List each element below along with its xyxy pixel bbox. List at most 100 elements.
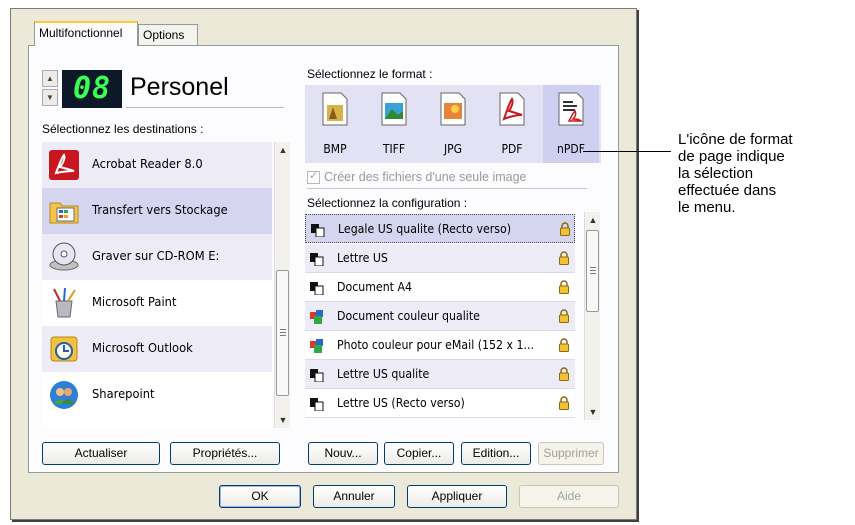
format-label-text: BMP [323, 142, 347, 156]
config-label: Legale US qualite (Recto verso) [338, 221, 512, 236]
destination-item-acrobat[interactable]: Acrobat Reader 8.0 [42, 142, 272, 188]
bw-doc-icon [310, 398, 324, 411]
callout-line-2: de page indique [678, 148, 785, 165]
lock-icon [559, 338, 569, 352]
format-label: Sélectionnez le format : [307, 67, 433, 81]
destination-label: Acrobat Reader 8.0 [92, 156, 203, 171]
apply-button[interactable]: Appliquer [407, 485, 507, 508]
scroll-thumb[interactable] [276, 270, 289, 396]
tiff-file-icon [381, 92, 407, 126]
color-doc-icon [310, 310, 323, 324]
destination-item-cd[interactable]: Graver sur CD-ROM E: [42, 234, 272, 280]
config-item[interactable]: Lettre US qualite [305, 360, 575, 389]
lock-icon [559, 251, 569, 265]
spin-up-button[interactable]: ▲ [42, 70, 58, 87]
destination-item-transfer[interactable]: Transfert vers Stockage [42, 188, 272, 234]
destination-scrollbar[interactable]: ▲ ▼ [274, 142, 290, 428]
config-label: Photo couleur pour eMail (152 x 1... [337, 337, 535, 352]
profile-number-display: 08 [62, 70, 122, 108]
config-label: Lettre US [337, 250, 388, 265]
format-option-bmp[interactable]: BMP [307, 85, 363, 163]
bw-doc-icon [310, 369, 324, 382]
new-button[interactable]: Nouv... [308, 442, 378, 465]
single-image-label: Créer des fichiers d'une seule image [324, 170, 527, 184]
format-option-pdf[interactable]: PDF [484, 85, 540, 163]
tab-multifonctionnel[interactable]: Multifonctionnel [34, 21, 138, 46]
format-label-text: PDF [501, 142, 523, 156]
destinations-label: Sélectionnez les destinations : [42, 122, 204, 136]
config-item[interactable]: Document A4 [305, 273, 575, 302]
config-item[interactable]: Lettre US [305, 244, 575, 273]
scroll-up-arrow[interactable]: ▲ [585, 212, 601, 228]
transfer-to-storage-icon [49, 202, 79, 224]
destination-label: Microsoft Paint [92, 294, 177, 309]
callout-line-1: L'icône de format [678, 131, 793, 148]
destination-item-outlook[interactable]: Microsoft Outlook [42, 326, 272, 372]
profile-name: Personel [130, 73, 229, 101]
config-item[interactable]: Photo couleur pour eMail (152 x 1... [305, 331, 575, 360]
delete-button[interactable]: Supprimer [538, 442, 604, 465]
paint-icon [53, 287, 76, 318]
properties-button[interactable]: Propriétés... [170, 442, 280, 465]
help-button[interactable]: Aide [519, 485, 619, 508]
checkbox-box[interactable] [307, 169, 320, 185]
callout-line-3: la sélection [678, 165, 754, 182]
color-doc-icon [310, 339, 323, 353]
callout-text: L'icône de format de page indique la sél… [678, 131, 848, 216]
tab-options[interactable]: Options [138, 24, 198, 45]
ok-button[interactable]: OK [219, 485, 301, 508]
single-image-checkbox[interactable]: Créer des fichiers d'une seule image [307, 169, 527, 185]
format-label-text: nPDF [557, 142, 585, 156]
config-item[interactable]: Lettre US (Recto verso) [305, 389, 575, 418]
spin-down-button[interactable]: ▼ [42, 89, 58, 106]
destination-item-sharepoint[interactable]: Sharepoint [42, 372, 272, 418]
config-label: Lettre US (Recto verso) [337, 395, 465, 410]
configuration-list[interactable]: Legale US qualite (Recto verso) Lettre U… [305, 212, 575, 420]
callout-line-5: le menu. [678, 199, 736, 216]
destination-label: Sharepoint [92, 386, 155, 401]
separator [307, 188, 587, 189]
scroll-down-arrow[interactable]: ▼ [275, 412, 291, 428]
destination-item-paint[interactable]: Microsoft Paint [42, 280, 272, 326]
edit-button[interactable]: Edition... [461, 442, 531, 465]
lock-icon [559, 309, 569, 323]
cancel-button[interactable]: Annuler [313, 485, 395, 508]
lock-icon [559, 396, 569, 410]
format-label-text: JPG [443, 142, 463, 156]
config-label: Lettre US qualite [337, 366, 430, 381]
copy-button[interactable]: Copier... [384, 442, 454, 465]
configuration-label: Sélectionnez la configuration : [307, 196, 468, 210]
destination-list[interactable]: Acrobat Reader 8.0 Transfert vers Stocka… [42, 142, 272, 428]
scroll-up-arrow[interactable]: ▲ [275, 142, 291, 158]
format-option-tiff[interactable]: TIFF [366, 85, 422, 163]
config-item[interactable]: Legale US qualite (Recto verso) [305, 214, 575, 243]
bw-doc-icon [310, 282, 324, 295]
format-strip: BMP TIFF JPG PDF nPDF [305, 85, 601, 163]
profile-spinner[interactable]: ▲ ▼ [42, 70, 60, 108]
lock-icon [559, 280, 569, 294]
callout-line-4: effectuée dans [678, 182, 777, 199]
bw-doc-icon [311, 224, 325, 237]
config-label: Document A4 [337, 279, 413, 294]
lock-icon [560, 222, 570, 236]
bmp-file-icon [322, 92, 348, 126]
jpg-file-icon [440, 92, 466, 126]
format-label-text: TIFF [382, 142, 406, 156]
destination-label: Transfert vers Stockage [92, 202, 228, 217]
lock-icon [559, 367, 569, 381]
outlook-icon [50, 336, 78, 362]
sharepoint-icon [50, 381, 78, 409]
cd-burner-icon [49, 242, 79, 271]
scroll-down-arrow[interactable]: ▼ [585, 404, 601, 420]
callout-leader-line [583, 151, 671, 152]
configuration-scrollbar[interactable]: ▲ ▼ [584, 212, 600, 420]
destination-label: Graver sur CD-ROM E: [92, 248, 220, 263]
format-option-jpg[interactable]: JPG [425, 85, 481, 163]
config-item[interactable]: Document couleur qualite [305, 302, 575, 331]
pdf-file-icon [499, 92, 525, 126]
acrobat-reader-icon [49, 150, 79, 180]
destination-label: Microsoft Outlook [92, 340, 193, 355]
bw-doc-icon [310, 253, 324, 266]
scroll-thumb[interactable] [586, 230, 599, 312]
refresh-button[interactable]: Actualiser [42, 442, 160, 465]
